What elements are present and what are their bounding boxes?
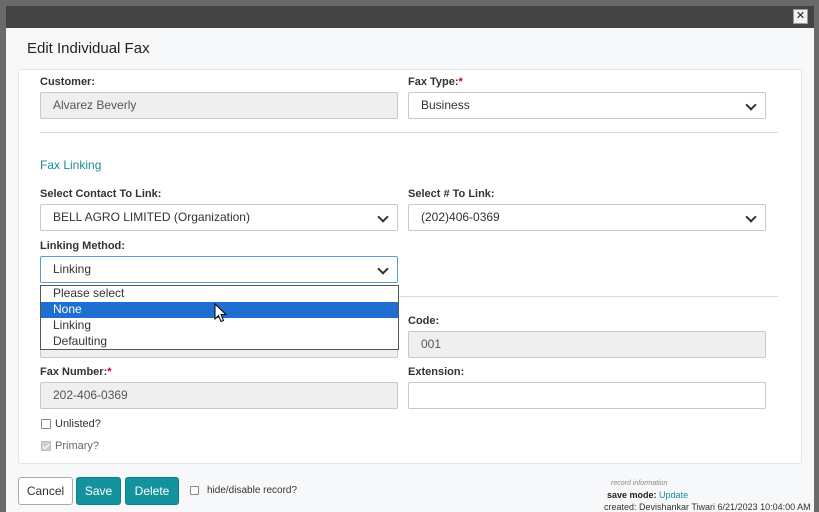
customer-field: Alvarez Beverly (40, 92, 398, 119)
fax-number-field: 202-406-0369 (40, 382, 398, 409)
number-label: Select # To Link: (408, 188, 495, 200)
code-label: Code: (408, 315, 440, 327)
number-value: (202)406-0369 (421, 210, 500, 224)
save-mode-value: Update (659, 490, 689, 500)
record-info-label: record information (611, 480, 668, 487)
cancel-button[interactable]: Cancel (18, 477, 73, 505)
divider (40, 132, 778, 133)
unlisted-row: Unlisted? (41, 418, 101, 430)
contact-label: Select Contact To Link: (40, 188, 162, 200)
required-marker: * (458, 76, 463, 88)
page-title: Edit Individual Fax (27, 40, 150, 57)
linking-method-label: Linking Method: (40, 240, 125, 252)
save-mode: save mode: Update (607, 490, 689, 500)
fax-type-label: Fax Type:* (408, 76, 463, 88)
created-info: created: Devishankar Tiwari 6/21/2023 10… (604, 502, 810, 512)
fax-number-label: Fax Number:* (40, 366, 112, 378)
dropdown-option-please-select[interactable]: Please select (41, 286, 398, 302)
linking-method-value: Linking (53, 262, 92, 276)
hide-record-checkbox[interactable] (190, 486, 199, 495)
dialog-titlebar: ✕ (6, 6, 814, 28)
extension-input[interactable] (408, 382, 766, 409)
divider (400, 296, 778, 297)
unlisted-label: Unlisted? (55, 418, 101, 430)
hide-record-row: hide/disable record? (190, 485, 297, 496)
save-button[interactable]: Save (76, 477, 121, 505)
mouse-cursor-icon (214, 303, 228, 323)
required-marker: * (107, 366, 112, 378)
fax-type-select[interactable]: Business (408, 92, 766, 119)
linking-method-select[interactable]: Linking (40, 256, 398, 283)
primary-label: Primary? (55, 440, 100, 452)
dropdown-option-defaulting[interactable]: Defaulting (41, 334, 398, 350)
close-icon[interactable]: ✕ (793, 9, 808, 24)
number-select[interactable]: (202)406-0369 (408, 204, 766, 231)
delete-button[interactable]: Delete (125, 477, 179, 505)
extension-label: Extension: (408, 366, 465, 378)
customer-label: Customer: (40, 76, 96, 88)
hide-record-label: hide/disable record? (207, 485, 298, 496)
primary-row: Primary? (41, 440, 99, 452)
contact-value: BELL AGRO LIMITED (Organization) (53, 210, 250, 224)
contact-select[interactable]: BELL AGRO LIMITED (Organization) (40, 204, 398, 231)
primary-checkbox (41, 441, 51, 451)
code-field: 001 (408, 331, 766, 358)
unlisted-checkbox[interactable] (41, 419, 51, 429)
fax-linking-heading: Fax Linking (40, 158, 102, 172)
fax-type-value: Business (421, 98, 470, 112)
